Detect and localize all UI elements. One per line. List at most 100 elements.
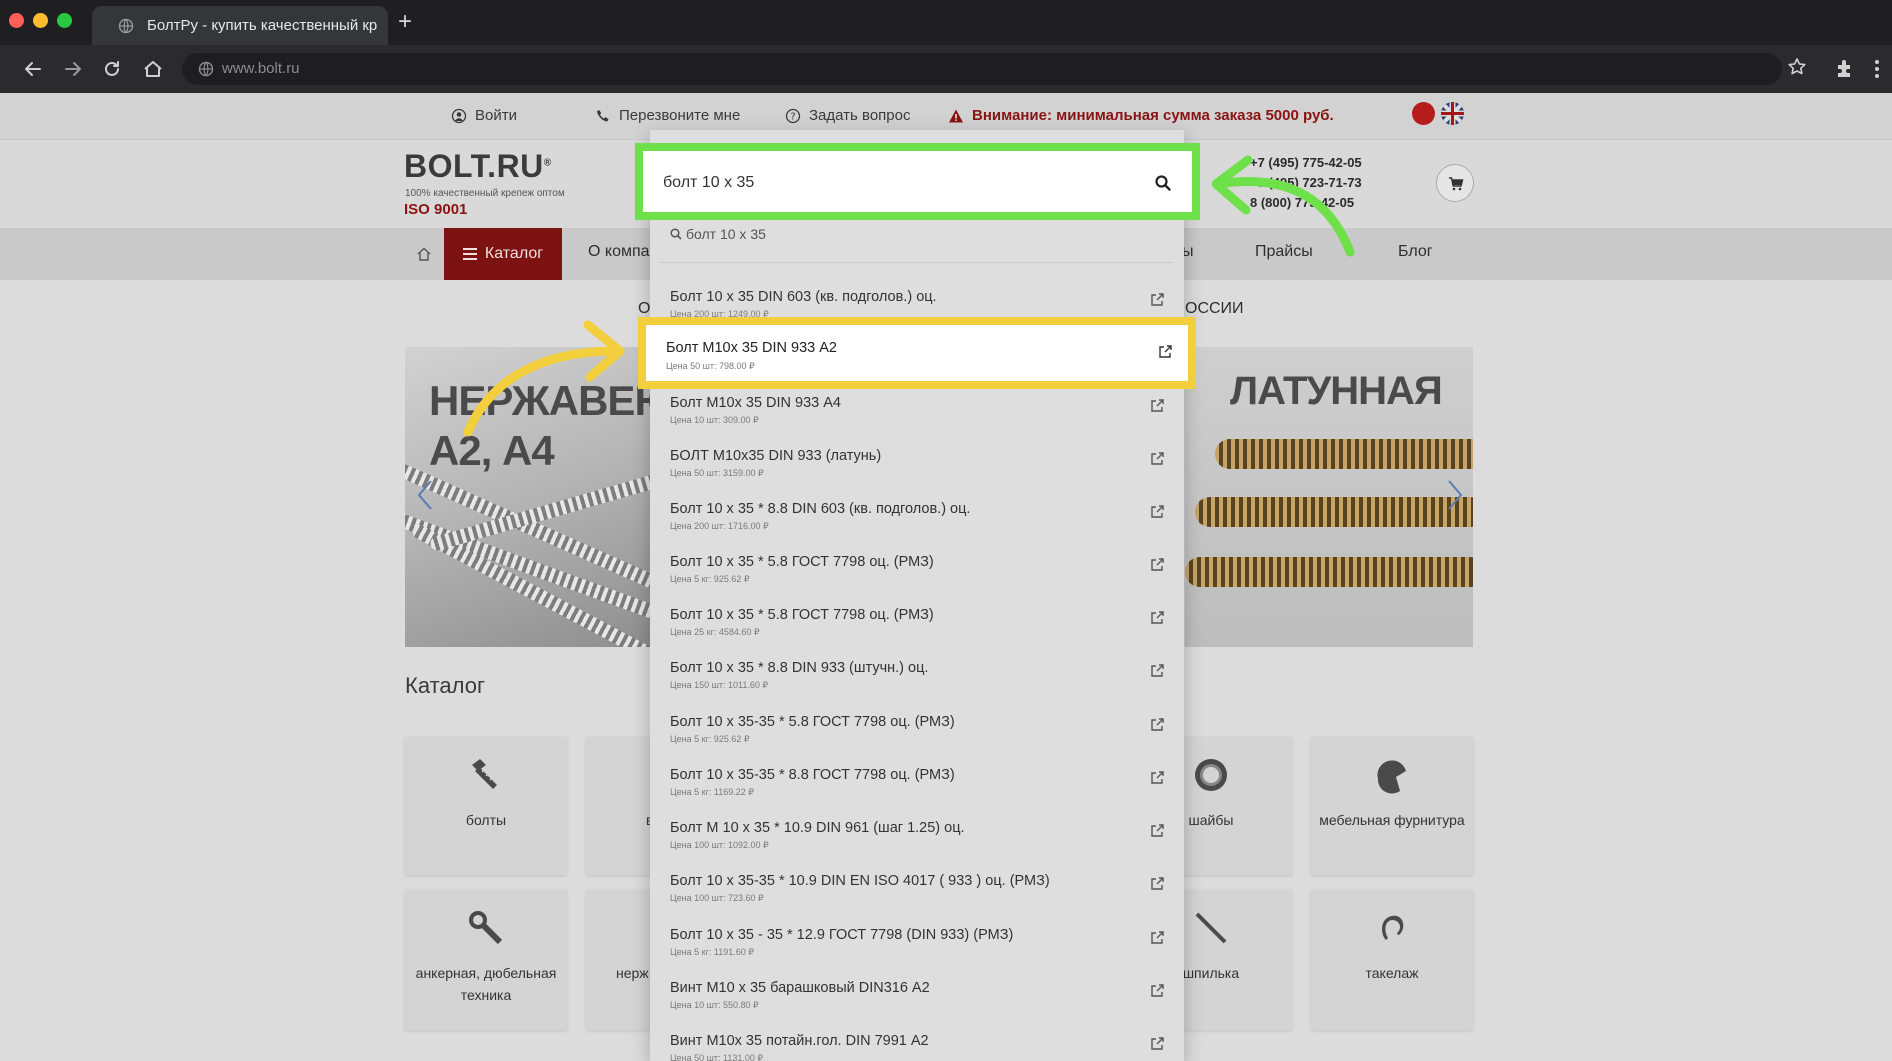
external-link-icon[interactable] xyxy=(1150,398,1165,413)
result-price: Цена 25 кг: 4584.60 ₽ xyxy=(670,627,760,637)
site-info-icon[interactable] xyxy=(198,61,214,77)
phone-3[interactable]: 8 (800) 775-42-05 xyxy=(1250,195,1354,210)
search-result-item[interactable]: Болт 10 х 35-35 * 5.8 ГОСТ 7798 оц. (РМЗ… xyxy=(650,705,1184,749)
result-title: Болт 10 х 35 * 5.8 ГОСТ 7798 оц. (РМЗ) xyxy=(670,554,934,570)
external-link-icon[interactable] xyxy=(1150,770,1165,785)
search-result-item[interactable]: Болт 10 х 35 * 5.8 ГОСТ 7798 оц. (РМЗ) Ц… xyxy=(650,545,1184,589)
home-icon[interactable] xyxy=(142,58,164,80)
window-minimize-button[interactable] xyxy=(33,13,48,28)
external-link-icon[interactable] xyxy=(1150,557,1165,572)
reload-icon[interactable] xyxy=(101,58,123,80)
browser-tab[interactable]: БолтРу - купить качественный кр xyxy=(92,6,388,45)
search-button-icon[interactable] xyxy=(1152,172,1174,194)
external-link-icon[interactable] xyxy=(1150,930,1165,945)
search-result-item[interactable]: Болт 10 х 35 * 5.8 ГОСТ 7798 оц. (РМЗ) Ц… xyxy=(650,598,1184,642)
back-icon[interactable] xyxy=(22,58,44,80)
new-tab-button[interactable]: + xyxy=(398,10,412,34)
user-circle-icon xyxy=(451,108,467,123)
phone-2[interactable]: +7 (495) 723-71-73 xyxy=(1250,175,1362,190)
dropdown-divider xyxy=(660,262,1174,263)
browser-menu-icon[interactable] xyxy=(1874,58,1880,80)
external-link-icon[interactable] xyxy=(1150,292,1165,307)
ask-question-label: Задать вопрос xyxy=(809,107,911,124)
search-result-item[interactable]: Болт 10 х 35-35 * 10.9 DIN EN ISO 4017 (… xyxy=(650,864,1184,908)
catalog-heading: Каталог xyxy=(405,673,485,698)
address-bar: www.bolt.ru xyxy=(0,45,1892,93)
result-price: Цена 100 шт: 723.60 ₽ xyxy=(670,893,764,903)
banner-prev-icon[interactable] xyxy=(415,477,435,513)
strip-left-text: О xyxy=(638,300,651,317)
banner-next-icon[interactable] xyxy=(1445,477,1465,513)
external-link-icon[interactable] xyxy=(1150,823,1165,838)
search-result-item[interactable]: Болт 10 х 35 * 8.8 DIN 933 (штучн.) оц. … xyxy=(650,651,1184,695)
brass-rods-image: ЛАТУННАЯ xyxy=(1185,347,1473,647)
external-link-icon[interactable] xyxy=(1150,983,1165,998)
search-result-item[interactable]: Болт 10 х 35 * 8.8 DIN 603 (кв. подголов… xyxy=(650,492,1184,536)
catalog-card-bolts[interactable]: болты xyxy=(405,737,567,875)
result-title: Болт 10 х 35-35 * 5.8 ГОСТ 7798 оц. (РМЗ… xyxy=(670,714,955,730)
result-price: Цена 5 кг: 925.62 ₽ xyxy=(670,574,750,584)
uk-flag-icon[interactable] xyxy=(1441,102,1464,125)
highlighted-search-result[interactable]: Болт М10х 35 DIN 933 А2 Цена 50 шт: 798.… xyxy=(638,317,1196,389)
result-title: Болт 10 х 35-35 * 8.8 ГОСТ 7798 оц. (РМЗ… xyxy=(670,767,955,783)
search-input[interactable] xyxy=(663,169,1123,197)
search-icon xyxy=(670,228,682,240)
nav-catalog-label: Каталог xyxy=(484,245,544,262)
login-link[interactable]: Войти xyxy=(451,107,517,124)
search-result-item[interactable]: Болт 10 х 35-35 * 8.8 ГОСТ 7798 оц. (РМЗ… xyxy=(650,758,1184,802)
catalog-card-label: мебельная фурнитура xyxy=(1319,812,1465,828)
url-field[interactable]: www.bolt.ru xyxy=(182,53,1782,85)
cart-button[interactable] xyxy=(1436,164,1474,202)
result-price: Цена 100 шт: 1092.00 ₽ xyxy=(670,840,769,850)
nav-prices[interactable]: Прайсы xyxy=(1255,243,1313,261)
browser-tab-bar: БолтРу - купить качественный кр + xyxy=(0,0,1892,45)
nav-about[interactable]: О компа xyxy=(588,243,650,261)
window-maximize-button[interactable] xyxy=(57,13,72,28)
external-link-icon[interactable] xyxy=(1150,610,1165,625)
chinese-flag-icon[interactable] xyxy=(1412,102,1435,125)
warning-triangle-icon xyxy=(949,109,963,122)
catalog-card-anchors[interactable]: анкерная, дюбельная техника xyxy=(405,890,567,1030)
strip-right-text: ОССИИ xyxy=(1185,300,1244,317)
phone-1[interactable]: +7 (495) 775-42-05 xyxy=(1250,155,1362,170)
external-link-icon[interactable] xyxy=(1158,344,1173,359)
external-link-icon[interactable] xyxy=(1150,876,1165,891)
result-title: Болт М 10 х 35 * 10.9 DIN 961 (шаг 1.25)… xyxy=(670,820,965,836)
catalog-card-furniture[interactable]: мебельная фурнитура xyxy=(1311,737,1473,875)
ask-question-link[interactable]: ? Задать вопрос xyxy=(785,107,910,124)
external-link-icon[interactable] xyxy=(1150,1036,1165,1051)
external-link-icon[interactable] xyxy=(1150,504,1165,519)
nav-catalog-button[interactable]: Каталог xyxy=(444,228,562,280)
hook-icon xyxy=(1382,915,1404,940)
globe-icon xyxy=(118,18,134,34)
external-link-icon[interactable] xyxy=(1150,717,1165,732)
site-logo[interactable]: BOLT.RU® xyxy=(404,148,552,185)
catalog-card-label: такелаж xyxy=(1365,965,1419,981)
home-nav-icon[interactable] xyxy=(416,246,432,262)
search-result-item[interactable]: Винт М10х 35 потайн.гол. DIN 7991 А2 Цен… xyxy=(650,1024,1184,1061)
forward-icon[interactable] xyxy=(62,58,84,80)
result-price: Цена 50 шт: 3159.00 ₽ xyxy=(670,468,764,478)
nav-blog[interactable]: Блог xyxy=(1398,243,1433,261)
extensions-puzzle-icon[interactable] xyxy=(1834,57,1856,79)
result-price: Цена 10 шт: 309.00 ₽ xyxy=(670,415,759,425)
search-result-item[interactable]: Болт 10 х 35 - 35 * 12.9 ГОСТ 7798 (DIN … xyxy=(650,918,1184,962)
result-title: Болт 10 х 35-35 * 10.9 DIN EN ISO 4017 (… xyxy=(670,873,1050,889)
catalog-card-rigging[interactable]: такелаж xyxy=(1311,890,1473,1030)
window-close-button[interactable] xyxy=(9,13,24,28)
search-result-item[interactable]: Винт М10 х 35 барашковый DIN316 А2 Цена … xyxy=(650,971,1184,1015)
search-query-suggestion[interactable]: болт 10 х 35 xyxy=(670,226,766,242)
external-link-icon[interactable] xyxy=(1150,451,1165,466)
bookmark-star-icon[interactable] xyxy=(1786,56,1808,78)
result-title: Болт 10 х 35 * 5.8 ГОСТ 7798 оц. (РМЗ) xyxy=(670,607,934,623)
search-result-item[interactable]: БОЛТ М10х35 DIN 933 (латунь) Цена 50 шт:… xyxy=(650,439,1184,483)
result-title: Болт 10 х 35 - 35 * 12.9 ГОСТ 7798 (DIN … xyxy=(670,927,1014,943)
search-result-item[interactable]: Болт М10х 35 DIN 933 А4 Цена 10 шт: 309.… xyxy=(650,386,1184,430)
result-title: Болт 10 х 35 DIN 603 (кв. подголов.) оц. xyxy=(670,289,937,305)
search-result-item[interactable]: Болт М 10 х 35 * 10.9 DIN 961 (шаг 1.25)… xyxy=(650,811,1184,855)
phone-icon xyxy=(597,109,609,121)
external-link-icon[interactable] xyxy=(1150,663,1165,678)
callback-link[interactable]: Перезвоните мне xyxy=(595,107,740,124)
result-price: Цена 50 шт: 1131.00 ₽ xyxy=(670,1053,764,1061)
bolt-icon xyxy=(472,759,497,789)
